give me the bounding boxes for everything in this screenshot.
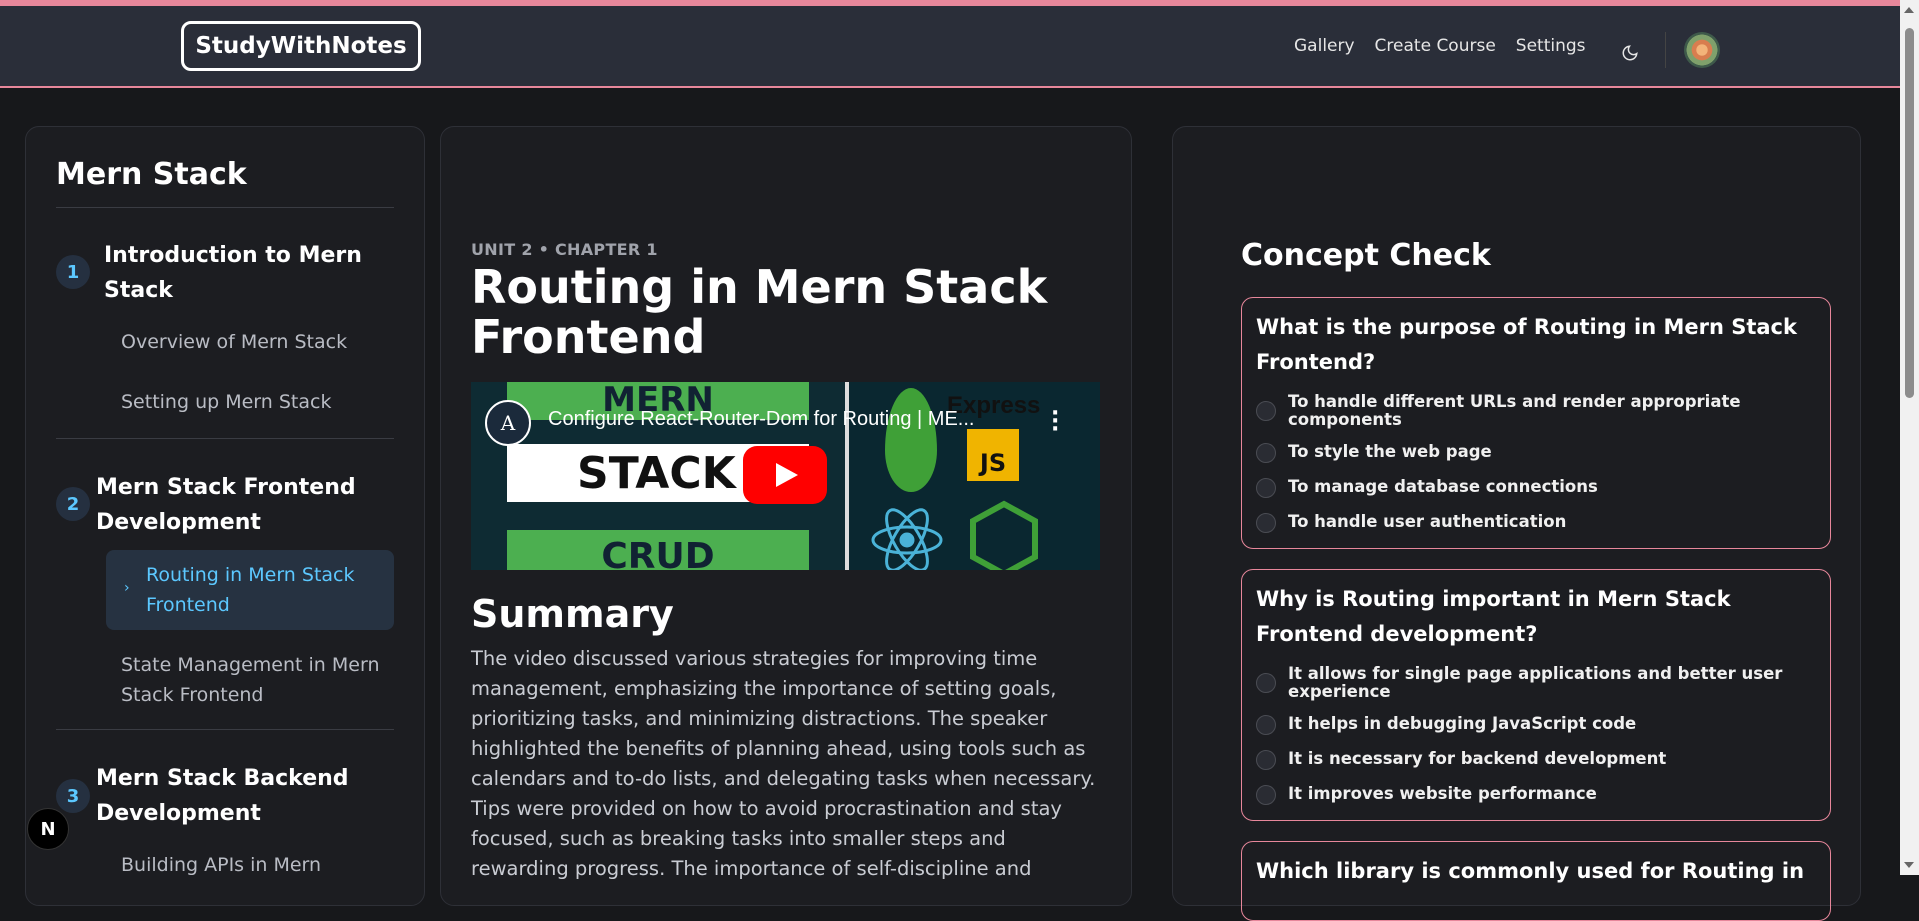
unit-title-2: Mern Stack Frontend Development <box>96 475 356 535</box>
question-card: Which library is commonly used for Routi… <box>1241 841 1831 921</box>
radio-button[interactable] <box>1256 401 1276 421</box>
option-label: To handle different URLs and render appr… <box>1288 392 1741 429</box>
question-card: What is the purpose of Routing in Mern S… <box>1241 297 1831 549</box>
divider <box>56 207 394 208</box>
active-chapter-label: Routing in Mern Stack Frontend <box>146 564 355 616</box>
scroll-down-icon[interactable] <box>1904 862 1914 868</box>
unit-number-1: 1 <box>56 255 90 289</box>
moon-icon[interactable] <box>1621 44 1639 62</box>
question-card: Why is Routing important in Mern Stack F… <box>1241 569 1831 821</box>
js-icon: JS <box>967 429 1019 481</box>
more-options-icon[interactable]: · · · <box>1051 403 1059 441</box>
chapter-link-routing-active[interactable]: › Routing in Mern Stack Frontend <box>106 550 394 630</box>
option-label: To style the web page <box>1288 442 1492 461</box>
scroll-up-icon[interactable] <box>1904 7 1914 13</box>
divider <box>56 438 394 439</box>
question-text: What is the purpose of Routing in Mern S… <box>1256 315 1797 374</box>
unit-title-1: Introduction to Mern Stack <box>104 243 362 303</box>
thumb-text-crud: CRUD <box>507 530 809 570</box>
option-label: It allows for single page applications a… <box>1288 664 1783 701</box>
radio-button[interactable] <box>1256 715 1276 735</box>
option-label: To handle user authentication <box>1288 512 1567 531</box>
scrollbar-thumb[interactable] <box>1905 28 1914 398</box>
unit-number-2: 2 <box>56 487 90 521</box>
summary-text: The video discussed various strategies f… <box>471 647 1096 880</box>
radio-button[interactable] <box>1256 750 1276 770</box>
unit-chapter-label: UNIT 2 • CHAPTER 1 <box>471 240 658 259</box>
concept-check-title: Concept Check <box>1241 238 1491 273</box>
answer-option[interactable]: To handle different URLs and render appr… <box>1256 393 1816 429</box>
radio-button[interactable] <box>1256 513 1276 533</box>
summary-heading: Summary <box>471 592 674 636</box>
nav-link-create-course[interactable]: Create Course <box>1375 36 1496 56</box>
answer-option[interactable]: It helps in debugging JavaScript code <box>1256 715 1816 735</box>
question-text: Which library is commonly used for Routi… <box>1256 859 1805 883</box>
channel-avatar[interactable]: A <box>485 400 531 446</box>
chapter-link-state-management[interactable]: State Management in Mern Stack Frontend <box>121 650 381 710</box>
radio-button[interactable] <box>1256 785 1276 805</box>
answer-option[interactable]: To handle user authentication <box>1256 513 1816 533</box>
nodejs-icon <box>970 500 1038 570</box>
answer-option[interactable]: It allows for single page applications a… <box>1256 665 1816 701</box>
divider <box>56 729 394 730</box>
answer-option[interactable]: To manage database connections <box>1256 478 1816 498</box>
logo[interactable]: StudyWithNotes <box>181 21 421 71</box>
question-text: Why is Routing important in Mern Stack F… <box>1256 587 1731 646</box>
course-title: Mern Stack <box>56 157 247 192</box>
navbar: StudyWithNotes Gallery Create Course Set… <box>0 6 1900 88</box>
chevron-right-icon: › <box>124 580 130 596</box>
nav-link-settings[interactable]: Settings <box>1516 36 1586 56</box>
mongodb-leaf-icon <box>885 388 937 492</box>
answer-option[interactable]: To style the web page <box>1256 443 1816 463</box>
nav-separator <box>1665 32 1666 68</box>
answer-option[interactable]: It is necessary for backend development <box>1256 750 1816 770</box>
youtube-play-icon[interactable] <box>743 446 827 504</box>
react-atom-icon <box>871 508 943 570</box>
nextjs-badge[interactable]: N <box>27 808 69 850</box>
chapter-title: Routing in Mern Stack Frontend <box>471 260 1048 364</box>
unit-number-3: 3 <box>56 779 90 813</box>
radio-button[interactable] <box>1256 673 1276 693</box>
video-player[interactable]: MERN STACK CRUD Express JS A Configure R… <box>471 382 1100 570</box>
option-label: It improves website performance <box>1288 784 1597 803</box>
radio-button[interactable] <box>1256 443 1276 463</box>
chapter-link-setup[interactable]: Setting up Mern Stack <box>121 387 381 417</box>
option-label: It helps in debugging JavaScript code <box>1288 714 1637 733</box>
nav-links: Gallery Create Course Settings <box>1294 36 1586 56</box>
radio-button[interactable] <box>1256 478 1276 498</box>
avatar[interactable] <box>1684 32 1720 68</box>
nav-link-gallery[interactable]: Gallery <box>1294 36 1355 56</box>
option-label: It is necessary for backend development <box>1288 749 1667 768</box>
unit-title-3: Mern Stack Backend Development <box>96 766 349 826</box>
video-title[interactable]: Configure React-Router-Dom for Routing |… <box>548 408 1018 431</box>
option-label: To manage database connections <box>1288 477 1598 496</box>
answer-option[interactable]: It improves website performance <box>1256 785 1816 805</box>
chapter-link-building-apis[interactable]: Building APIs in Mern <box>121 850 381 880</box>
chapter-link-overview[interactable]: Overview of Mern Stack <box>121 327 381 357</box>
